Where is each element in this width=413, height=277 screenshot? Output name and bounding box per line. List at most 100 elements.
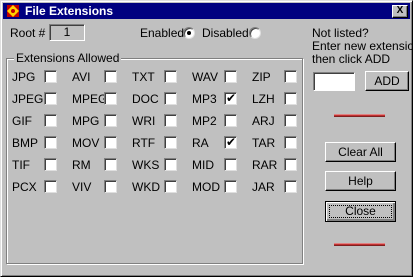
focus-rectangle	[329, 205, 392, 218]
extension-checkbox[interactable]	[44, 136, 57, 149]
extension-label: GIF	[12, 114, 32, 128]
extension-checkbox[interactable]	[284, 158, 297, 171]
extension-checkbox[interactable]	[284, 136, 297, 149]
disabled-radio[interactable]	[249, 27, 261, 39]
extension-label: JPEG	[12, 92, 44, 106]
extension-checkbox[interactable]: ✔	[224, 91, 237, 105]
extension-zip[interactable]: ZIP	[252, 70, 310, 84]
extension-checkbox[interactable]	[284, 92, 297, 105]
app-icon	[6, 4, 20, 18]
extension-label: WKD	[132, 180, 160, 194]
extension-checkbox[interactable]	[284, 180, 297, 193]
extension-checkbox[interactable]	[164, 180, 177, 193]
extension-rm[interactable]: RM	[72, 158, 130, 172]
add-button[interactable]: ADD	[365, 71, 409, 91]
extension-checkbox[interactable]	[284, 70, 297, 83]
window-close-button[interactable]: X	[392, 5, 408, 18]
extension-checkbox[interactable]	[164, 136, 177, 149]
extension-tar[interactable]: TAR	[252, 136, 310, 150]
extension-checkbox[interactable]	[104, 136, 117, 149]
extension-label: JAR	[252, 180, 275, 194]
extension-checkbox[interactable]	[224, 70, 237, 83]
extension-mpeg[interactable]: MPEG	[72, 92, 130, 106]
extension-label: MOD	[192, 180, 220, 194]
extension-label: TXT	[132, 70, 155, 84]
extension-label: JPG	[12, 70, 36, 84]
extension-checkbox[interactable]	[224, 180, 237, 193]
extension-checkbox[interactable]	[44, 92, 57, 105]
extension-checkbox[interactable]	[224, 114, 237, 127]
extension-checkbox[interactable]	[104, 180, 117, 193]
extension-jpeg[interactable]: JPEG	[12, 92, 70, 106]
clear-all-button[interactable]: Clear All	[325, 142, 396, 162]
extension-jpg[interactable]: JPG	[12, 70, 70, 84]
extension-txt[interactable]: TXT	[132, 70, 190, 84]
extension-wav[interactable]: WAV	[192, 70, 250, 84]
extension-mid[interactable]: MID	[192, 158, 250, 172]
extension-checkbox[interactable]	[104, 70, 117, 83]
root-label: Root #	[10, 26, 46, 40]
extension-label: ZIP	[252, 70, 271, 84]
extension-label: WKS	[132, 158, 160, 172]
extension-label: MPG	[72, 114, 100, 128]
extension-checkbox[interactable]	[164, 92, 177, 105]
extension-label: VIV	[72, 180, 92, 194]
extension-pcx[interactable]: PCX	[12, 180, 70, 194]
extension-viv[interactable]: VIV	[72, 180, 130, 194]
extension-lzh[interactable]: LZH	[252, 92, 310, 106]
extension-checkbox[interactable]	[44, 180, 57, 193]
extension-mp3[interactable]: MP3 ✔	[192, 91, 250, 106]
extension-gif[interactable]: GIF	[12, 114, 70, 128]
extension-wri[interactable]: WRI	[132, 114, 190, 128]
extension-checkbox[interactable]	[44, 114, 57, 127]
extension-jar[interactable]: JAR	[252, 180, 310, 194]
extension-wks[interactable]: WKS	[132, 158, 190, 172]
disabled-radio-label: Disabled	[202, 26, 249, 40]
extension-label: AVI	[72, 70, 91, 84]
enabled-radio-label: Enabled	[140, 26, 185, 40]
extension-arj[interactable]: ARJ	[252, 114, 310, 128]
extension-ra[interactable]: RA ✔	[192, 135, 250, 150]
title-bar[interactable]: File Extensions X	[3, 3, 410, 19]
extension-tif[interactable]: TIF	[12, 158, 70, 172]
extension-label: PCX	[12, 180, 37, 194]
extension-label: DOC	[132, 92, 159, 106]
extension-rtf[interactable]: RTF	[132, 136, 190, 150]
window-title: File Extensions	[25, 4, 114, 18]
extension-label: MID	[192, 158, 214, 172]
root-number-field: 1	[49, 24, 85, 41]
extension-checkbox[interactable]	[104, 92, 117, 105]
extension-checkbox[interactable]	[44, 158, 57, 171]
extension-checkbox[interactable]	[104, 114, 117, 127]
close-button[interactable]: Close	[325, 201, 396, 222]
extension-rar[interactable]: RAR	[252, 158, 310, 172]
separator-line-top	[334, 114, 385, 117]
extension-mov[interactable]: MOV	[72, 136, 130, 150]
extension-mpg[interactable]: MPG	[72, 114, 130, 128]
extension-label: ARJ	[252, 114, 275, 128]
extension-label: RA	[192, 136, 209, 150]
extension-label: MP3	[192, 92, 217, 106]
extension-checkbox[interactable]	[44, 70, 57, 83]
extension-bmp[interactable]: BMP	[12, 136, 70, 150]
extension-wkd[interactable]: WKD	[132, 180, 190, 194]
not-listed-line2: Enter new extension,	[312, 39, 413, 53]
extension-checkbox[interactable]	[164, 114, 177, 127]
extension-label: MP2	[192, 114, 217, 128]
extension-doc[interactable]: DOC	[132, 92, 190, 106]
extension-mp2[interactable]: MP2	[192, 114, 250, 128]
extension-checkbox[interactable]: ✔	[224, 135, 237, 149]
extension-mod[interactable]: MOD	[192, 180, 250, 194]
extension-label: MOV	[72, 136, 100, 150]
extension-checkbox[interactable]	[284, 114, 297, 127]
enabled-radio[interactable]	[183, 27, 195, 39]
extension-avi[interactable]: AVI	[72, 70, 130, 84]
checkmark-icon: ✔	[226, 135, 237, 149]
extension-checkbox[interactable]	[164, 70, 177, 83]
extension-checkbox[interactable]	[224, 158, 237, 171]
extension-label: BMP	[12, 136, 39, 150]
help-button[interactable]: Help	[325, 171, 396, 191]
extension-checkbox[interactable]	[104, 158, 117, 171]
new-extension-input[interactable]	[313, 72, 355, 91]
extension-checkbox[interactable]	[164, 158, 177, 171]
